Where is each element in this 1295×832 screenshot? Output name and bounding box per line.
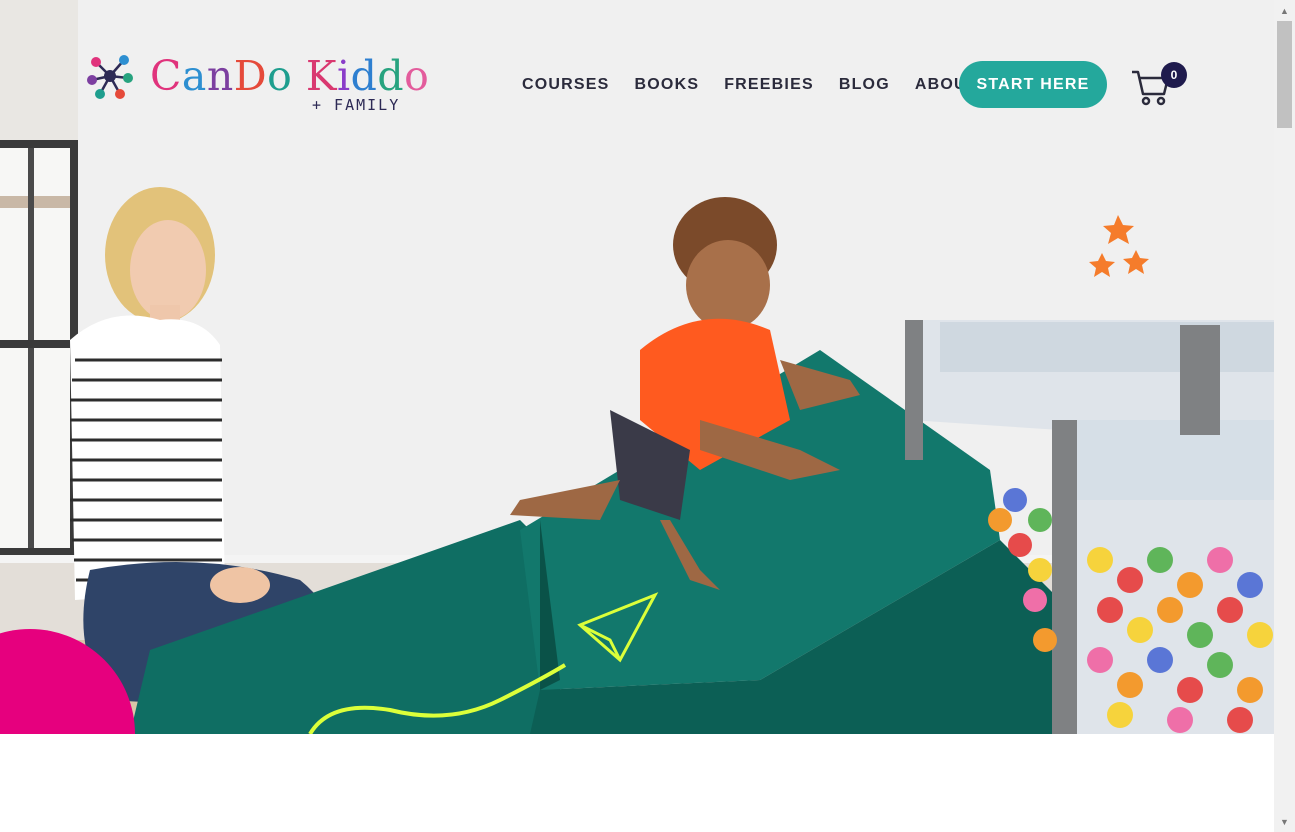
logo-letter: n — [206, 52, 234, 100]
logo-letter: D — [233, 52, 268, 100]
logo-letter: K — [305, 52, 337, 100]
cart-count-badge: 0 — [1161, 62, 1187, 88]
nav-blog[interactable]: BLOG — [839, 76, 890, 94]
logo-letter: i — [336, 52, 351, 100]
logo-letter: d — [377, 52, 405, 100]
logo-name: CanDo Kiddo — [150, 52, 429, 100]
nav-freebies[interactable]: FREEBIES — [724, 76, 814, 94]
nav-books[interactable]: BOOKS — [635, 76, 700, 94]
logo-letter: o — [404, 52, 430, 100]
scroll-up-arrow-icon[interactable]: ▲ — [1274, 0, 1295, 21]
logo-letter: C — [150, 52, 182, 100]
logo-subtitle: + FAMILY — [312, 96, 401, 114]
logo-letter: o — [267, 52, 293, 100]
molecule-icon — [87, 55, 133, 99]
brand-logo[interactable]: CanDo Kiddo + FAMILY — [86, 50, 446, 122]
logo-letter — [292, 52, 306, 100]
main-nav: COURSES BOOKS FREEBIES BLOG ABOUT — [522, 76, 1003, 94]
logo-wordmark: CanDo Kiddo — [150, 50, 429, 102]
logo-letter: d — [350, 52, 378, 100]
logo-letter: a — [181, 52, 207, 100]
scrollbar-thumb[interactable] — [1277, 21, 1292, 128]
scroll-down-arrow-icon[interactable]: ▼ — [1274, 811, 1295, 832]
page: CanDo Kiddo + FAMILY COURSES BOOKS FREEB… — [0, 0, 1274, 832]
start-here-button[interactable]: START HERE — [959, 61, 1107, 108]
nav-courses[interactable]: COURSES — [522, 76, 610, 94]
vertical-scrollbar[interactable]: ▲ ▼ — [1274, 0, 1295, 832]
